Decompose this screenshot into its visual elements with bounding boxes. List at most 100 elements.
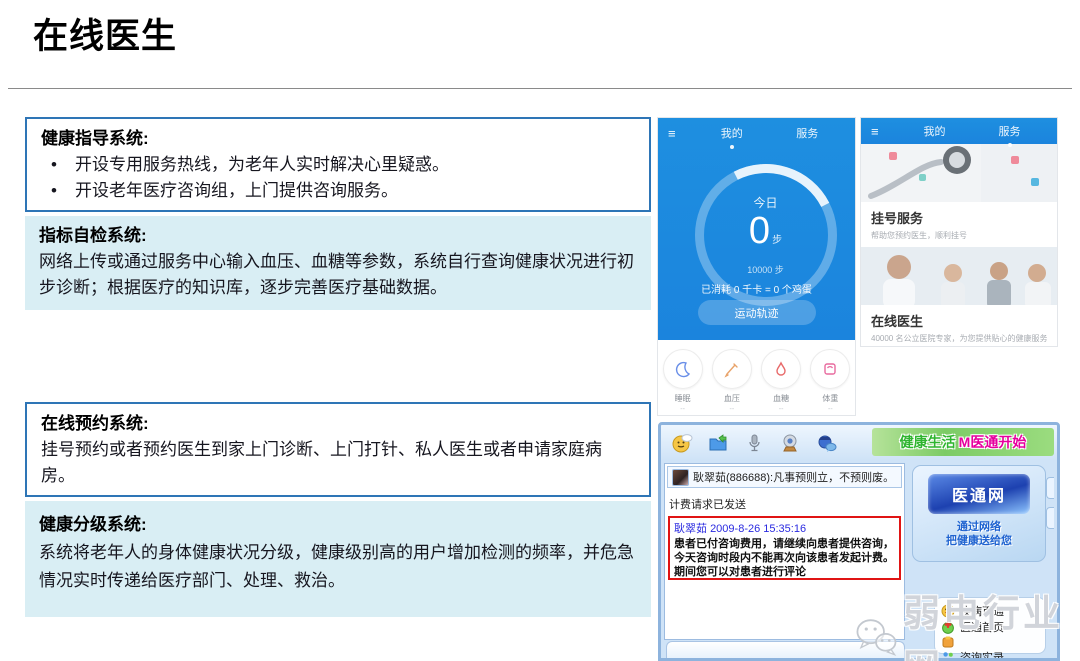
stethoscope-photo	[861, 144, 1057, 202]
moon-icon	[663, 349, 703, 389]
tab-mine-label: 我的	[721, 128, 743, 140]
folder-icon[interactable]	[707, 432, 729, 454]
yitong-homepage-button[interactable]: 医通首页	[941, 619, 1039, 635]
steps-value: 0步	[749, 211, 782, 261]
menu-icon[interactable]: ≡	[668, 126, 694, 141]
consultation-window: 健康生活 M医通开始 耿翠茹(886688):凡事预则立，不预则废。 计费请求已…	[658, 422, 1060, 661]
metric-value: --	[680, 406, 685, 413]
metric-value: --	[730, 406, 735, 413]
service-subtitle: 40000 名公立医院专家，为您提供贴心的健康服务	[871, 333, 1047, 344]
health-metrics-row: 睡眠 -- 血压 -- 血糖 -- 体重	[658, 340, 855, 415]
chat-side-panel: 医通网 通过网络 把健康送给您 疾病百通 医通首页	[908, 463, 1054, 658]
billing-status-text: 计费请求已发送	[669, 496, 900, 512]
phone-steps-screenshot: ≡ 我的 服务 今日 0步 10000 步	[658, 118, 855, 415]
page-title: 在线医生	[33, 8, 177, 59]
orange-icon	[941, 635, 955, 649]
consultation-records-button[interactable]: 咨询实录	[941, 649, 1039, 661]
bullet-item: 开设专用服务热线，为老年人实时解决心里疑惑。	[41, 152, 635, 178]
service-title: 在线医生	[871, 311, 1047, 330]
emotion-icon[interactable]	[671, 432, 693, 454]
message-sender: 耿翠茹	[674, 523, 707, 535]
chat-user-line: 耿翠茹(886688):凡事预则立，不预则废。	[693, 469, 894, 485]
slogan-line2: 把健康送给您	[913, 534, 1045, 548]
message-body: 患者已付咨询费用，请继续向患者提供咨询，今天咨询时段内不能再次向该患者发起计费。…	[674, 537, 895, 579]
metric-sleep[interactable]: 睡眠 --	[661, 349, 705, 413]
steps-unit: 步	[772, 235, 782, 246]
droplet-icon	[761, 349, 801, 389]
yitong-logo: 医通网	[928, 474, 1030, 514]
contact-service-icon[interactable]	[815, 432, 837, 454]
steps-number: 0	[749, 210, 770, 252]
banner-right-text: M医通开始	[959, 432, 1027, 452]
menu-icon[interactable]: ≡	[871, 124, 897, 139]
tab-service[interactable]: 服务	[999, 123, 1021, 139]
active-tab-dot	[730, 145, 734, 149]
active-tab-dot	[1008, 143, 1012, 147]
microphone-icon[interactable]	[743, 432, 765, 454]
phone-services-screenshot: ≡ 我的 服务	[861, 118, 1057, 346]
section-heading: 健康分级系统:	[39, 511, 637, 539]
section-body: 挂号预约或者预约医生到家上门诊断、上门打针、私人医生或者申请家庭病房。	[41, 437, 635, 489]
metric-value: --	[828, 406, 833, 413]
tab-service[interactable]: 服务	[796, 125, 818, 141]
metric-blood-pressure[interactable]: 血压 --	[710, 349, 754, 413]
phone-nav: ≡ 我的 服务	[658, 118, 855, 141]
service-card-online-doctor[interactable]: 在线医生 40000 名公立医院专家，为您提供贴心的健康服务	[861, 247, 1057, 344]
chat-user-bar: 耿翠茹(886688):凡事预则立，不预则废。	[667, 466, 902, 488]
metric-value: --	[779, 406, 784, 413]
section-body: 系统将老年人的身体健康状况分级，健康级别高的用户增加检测的频率，并危急情况实时传…	[39, 539, 637, 595]
tab-mine[interactable]: 我的	[924, 123, 946, 139]
steps-goal: 10000 步	[747, 263, 784, 276]
side-button-label: 咨询实录	[960, 649, 1004, 661]
laugh-icon	[941, 604, 955, 618]
metric-label: 体重	[822, 393, 838, 404]
tab-service-label: 服务	[999, 126, 1021, 138]
avatar	[672, 469, 689, 486]
side-button-hidden-by-watermark[interactable]	[941, 635, 1039, 649]
medical-home-icon	[941, 620, 955, 634]
yitong-logo-box[interactable]: 医通网 通过网络 把健康送给您	[912, 465, 1046, 562]
slogan-text: 通过网络 把健康送给您	[913, 520, 1045, 548]
people-icon	[941, 650, 955, 661]
doctors-photo	[861, 247, 1057, 305]
message-timestamp: 2009-8-26 15:35:16	[710, 523, 806, 535]
metric-label: 睡眠	[675, 393, 691, 404]
service-card-registration[interactable]: 挂号服务 帮助您预约医生，顺利挂号	[861, 144, 1057, 241]
track-button[interactable]: 运动轨迹	[698, 300, 816, 325]
syringe-icon	[712, 349, 752, 389]
section-heading: 健康指导系统:	[41, 126, 635, 152]
section-health-grading: 健康分级系统: 系统将老年人的身体健康状况分级，健康级别高的用户增加检测的频率，…	[25, 501, 651, 617]
section-health-guidance: 健康指导系统: 开设专用服务热线，为老年人实时解决心里疑惑。 开设老年医疗咨询组…	[25, 117, 651, 212]
scale-icon	[810, 349, 850, 389]
section-online-booking: 在线预约系统: 挂号预约或者预约医生到家上门诊断、上门打针、私人医生或者申请家庭…	[25, 402, 651, 497]
side-button-label: 医通首页	[960, 619, 1004, 635]
calories-text: 已消耗 0 千卡 = 0 个鸡蛋	[658, 281, 855, 296]
service-title: 挂号服务	[871, 208, 1047, 227]
title-divider	[8, 88, 1072, 89]
banner-left-text: 健康生活	[900, 432, 956, 452]
section-body: 网络上传或通过服务中心输入血压、血糖等参数，系统自行查询健康状况进行初步诊断；根…	[39, 249, 637, 301]
side-tab-bottom[interactable]	[1046, 507, 1054, 529]
webcam-icon[interactable]	[779, 432, 801, 454]
section-self-check: 指标自检系统: 网络上传或通过服务中心输入血压、血糖等参数，系统自行查询健康状况…	[25, 216, 651, 310]
services-header: ≡ 我的 服务	[861, 118, 1057, 144]
chat-toolbar: 健康生活 M医通开始	[661, 425, 1057, 460]
message-header: 耿翠茹 2009-8-26 15:35:16	[674, 520, 895, 536]
side-tab-top[interactable]	[1046, 477, 1054, 499]
tab-mine[interactable]: 我的	[721, 125, 743, 141]
section-heading: 在线预约系统:	[41, 411, 635, 437]
chat-message-area: 耿翠茹(886688):凡事预则立，不预则废。 计费请求已发送 耿翠茹 2009…	[664, 463, 905, 640]
disease-encyclopedia-button[interactable]: 疾病百通	[941, 603, 1039, 619]
metric-weight[interactable]: 体重 --	[808, 349, 852, 413]
metric-label: 血糖	[773, 393, 789, 404]
metric-blood-sugar[interactable]: 血糖 --	[759, 349, 803, 413]
metric-label: 血压	[724, 393, 740, 404]
steps-screen: ≡ 我的 服务 今日 0步 10000 步	[658, 118, 855, 340]
highlighted-message: 耿翠茹 2009-8-26 15:35:16 患者已付咨询费用，请继续向患者提供…	[668, 516, 901, 580]
bullet-item: 开设老年医疗咨询组，上门提供咨询服务。	[41, 178, 635, 204]
service-subtitle: 帮助您预约医生，顺利挂号	[871, 230, 1047, 241]
side-button-group: 疾病百通 医通首页 咨询实录	[934, 597, 1046, 654]
health-banner[interactable]: 健康生活 M医通开始	[872, 428, 1054, 456]
chat-input-area[interactable]	[666, 641, 905, 658]
section-heading: 指标自检系统:	[39, 223, 637, 249]
